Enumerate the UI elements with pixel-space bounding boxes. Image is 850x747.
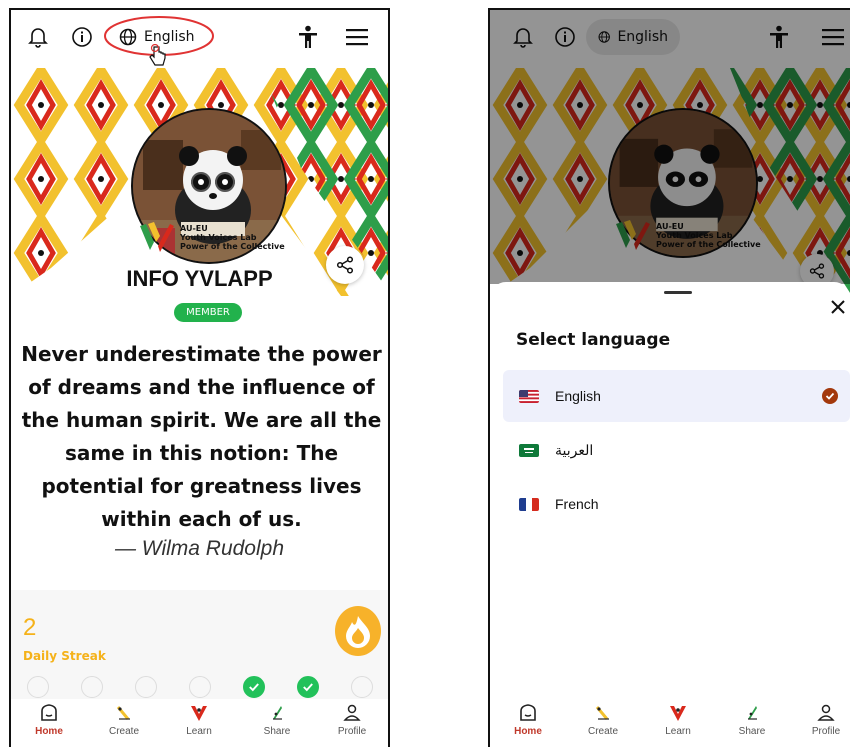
nav-create[interactable]: Create [94,703,154,737]
share-nav-icon [722,703,782,723]
nav-home[interactable]: Home [498,703,558,737]
menu-icon[interactable] [344,24,370,50]
check-icon [822,388,838,404]
nav-label: Learn [186,726,212,737]
quote-text: Never underestimate the power of dreams … [21,342,382,531]
daily-streak-card: 2 Daily Streak [11,590,388,702]
streak-day-done [297,676,319,698]
learn-icon [648,703,708,723]
member-badge: MEMBER [174,303,242,322]
streak-day [351,676,373,698]
drag-handle[interactable] [664,291,692,294]
us-flag-icon [519,389,539,403]
share-nav-icon [247,703,307,723]
check-icon [303,683,313,692]
accessibility-icon[interactable] [295,24,321,50]
close-icon[interactable] [830,296,846,320]
logo-line1: AU-EU [180,223,208,233]
streak-label: Daily Streak [23,649,106,663]
france-flag-icon [519,497,539,511]
language-bottom-sheet: Select language English العربية French [490,282,850,747]
nav-label: Share [738,726,766,737]
logo-line3: Power of the Collective [180,241,285,251]
language-option-french[interactable]: French [503,478,850,530]
nav-profile[interactable]: Profile [796,703,850,737]
right-screen: English AU-EU Youth Voices Lab Power of … [488,8,850,747]
nav-create[interactable]: Create [573,703,633,737]
top-bar: English [11,10,388,68]
home-icon [498,703,558,723]
streak-day-done [243,676,265,698]
au-eu-logo: AU-EU Youth Voices Lab Power of the Coll… [138,220,285,254]
language-option-english[interactable]: English [503,370,850,422]
create-icon [573,703,633,723]
sheet-title: Select language [516,330,671,350]
nav-label: Create [587,726,618,737]
streak-day [27,676,49,698]
bell-icon[interactable] [25,24,51,50]
nav-label: Home [514,726,542,737]
nav-home[interactable]: Home [19,703,79,737]
bottom-nav: Home Create Learn Share Profile [490,699,850,747]
nav-label: Share [263,726,291,737]
nav-profile[interactable]: Profile [322,703,382,737]
quote-author: — Wilma Rudolph [114,537,285,560]
modal-backdrop[interactable] [490,10,850,284]
streak-day [189,676,211,698]
profile-icon [322,703,382,723]
streak-day [81,676,103,698]
profile-banner: AU-EU Youth Voices Lab Power of the Coll… [11,68,388,296]
nav-label: Home [35,726,63,737]
check-icon [249,683,259,692]
nav-share[interactable]: Share [247,703,307,737]
language-option-label: العربية [555,441,594,458]
nav-label: Profile [337,726,367,737]
nav-share[interactable]: Share [722,703,782,737]
flame-icon [335,606,381,656]
nav-label: Create [108,726,139,737]
saudi-flag-icon [519,443,539,457]
nav-learn[interactable]: Learn [648,703,708,737]
profile-name: INFO YVLAPP [126,266,273,291]
bottom-nav: Home Create Learn Share Profile [11,699,388,747]
pointer-hand-icon [149,44,166,66]
language-option-label: English [555,388,601,404]
learn-icon [169,703,229,723]
streak-day [135,676,157,698]
logo-mark-icon [140,222,174,252]
language-option-arabic[interactable]: العربية [503,424,850,476]
nav-learn[interactable]: Learn [169,703,229,737]
profile-icon [796,703,850,723]
left-screen: English AU-EU Youth Voices Lab Power of … [9,8,390,747]
logo-line2: Youth Voices Lab [180,232,257,242]
info-icon[interactable] [69,24,95,50]
language-option-label: French [555,496,599,512]
home-icon [19,703,79,723]
nav-label: Learn [665,726,691,737]
streak-count: 2 [23,614,37,641]
create-icon [94,703,154,723]
nav-label: Profile [811,726,841,737]
